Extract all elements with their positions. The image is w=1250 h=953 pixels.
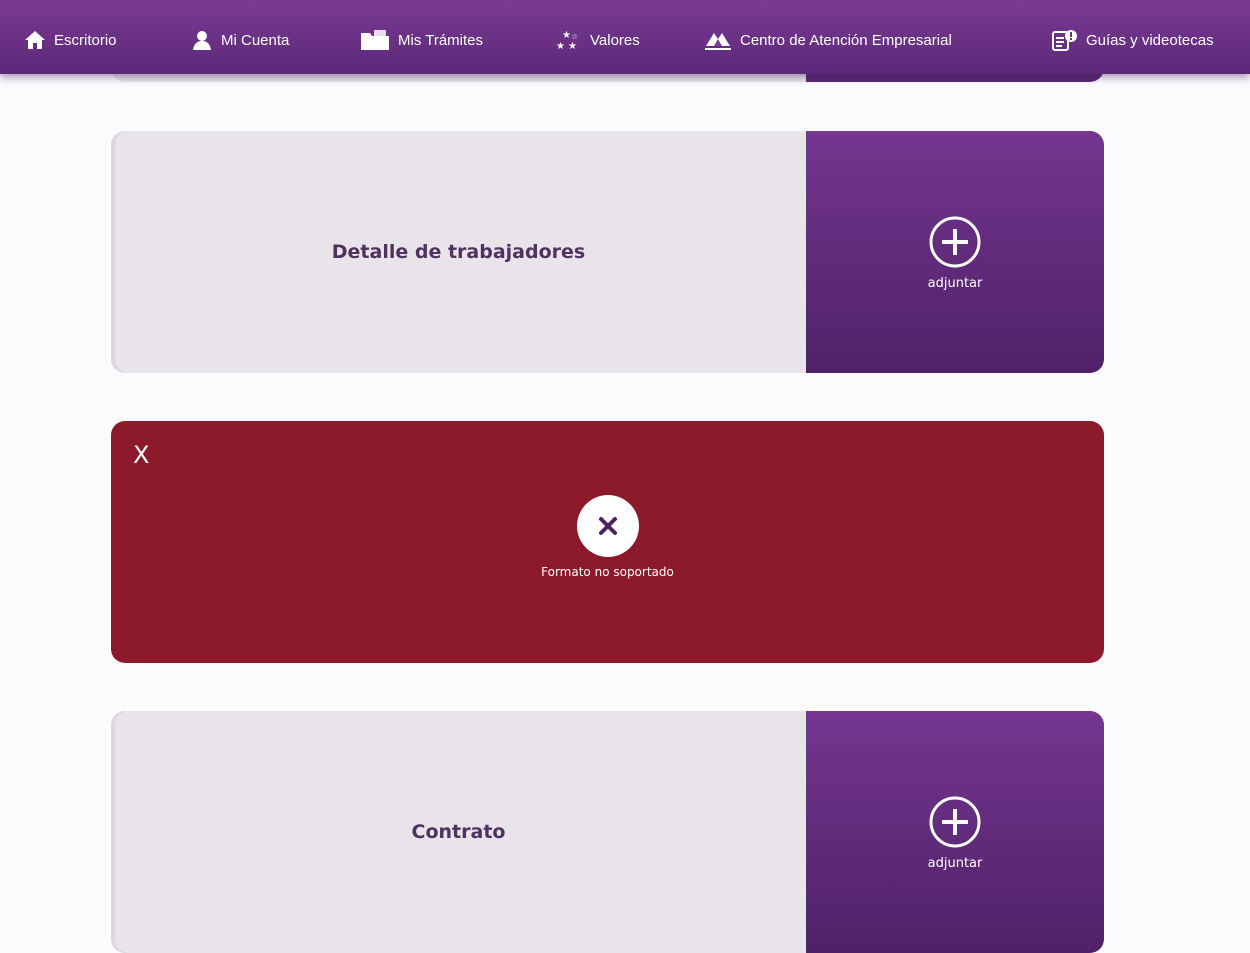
- top-navigation: Escritorio Mi Cuenta Mis Trámites ★ ★ ★ …: [0, 0, 1250, 74]
- nav-item-label: Centro de Atención Empresarial: [740, 31, 952, 49]
- nav-item-mis-tramites[interactable]: Mis Trámites: [360, 26, 483, 54]
- attach-label: adjuntar: [927, 855, 983, 871]
- svg-text:★: ★: [568, 41, 577, 51]
- add-circle-icon: [929, 216, 981, 267]
- nav-item-mi-cuenta[interactable]: Mi Cuenta: [191, 26, 289, 54]
- nav-item-label: Escritorio: [54, 31, 117, 49]
- document-label: Detalle de trabajadores: [331, 241, 586, 263]
- folder-icon: [360, 29, 390, 51]
- stars-icon: ★ ★ ★ ☆: [556, 29, 582, 51]
- svg-text:☆: ☆: [571, 32, 578, 41]
- nav-item-guias[interactable]: Guías y videotecas: [1052, 26, 1214, 54]
- user-icon: [191, 29, 213, 51]
- nav-item-centro-atencion[interactable]: Centro de Atención Empresarial: [704, 26, 952, 54]
- document-card-detalle-trabajadores: Detalle de trabajadores adjuntar: [111, 131, 1104, 373]
- error-x-icon: [576, 495, 639, 557]
- guide-info-icon: [1052, 29, 1078, 51]
- attach-button[interactable]: adjuntar: [806, 131, 1104, 373]
- nav-item-label: Guías y videotecas: [1086, 31, 1214, 49]
- nav-item-label: Mi Cuenta: [221, 31, 290, 49]
- nav-item-escritorio[interactable]: Escritorio: [24, 26, 117, 54]
- svg-text:★: ★: [562, 30, 571, 41]
- nav-item-label: Mis Trámites: [398, 31, 484, 49]
- attach-button[interactable]: adjuntar: [806, 711, 1104, 953]
- svg-text:★: ★: [556, 41, 565, 51]
- building-icon: [704, 29, 732, 51]
- home-icon: [24, 30, 46, 50]
- document-card-contrato: Contrato adjuntar: [111, 711, 1104, 953]
- add-circle-icon: [929, 796, 981, 847]
- nav-item-valores[interactable]: ★ ★ ★ ☆ Valores: [556, 26, 640, 54]
- error-content: Formato no soportado: [111, 421, 1104, 663]
- document-card-error: X Formato no soportado: [111, 421, 1104, 663]
- attach-label: adjuntar: [927, 275, 983, 291]
- document-label: Contrato: [411, 821, 506, 843]
- error-message: Formato no soportado: [541, 565, 674, 579]
- nav-item-label: Valores: [590, 31, 640, 49]
